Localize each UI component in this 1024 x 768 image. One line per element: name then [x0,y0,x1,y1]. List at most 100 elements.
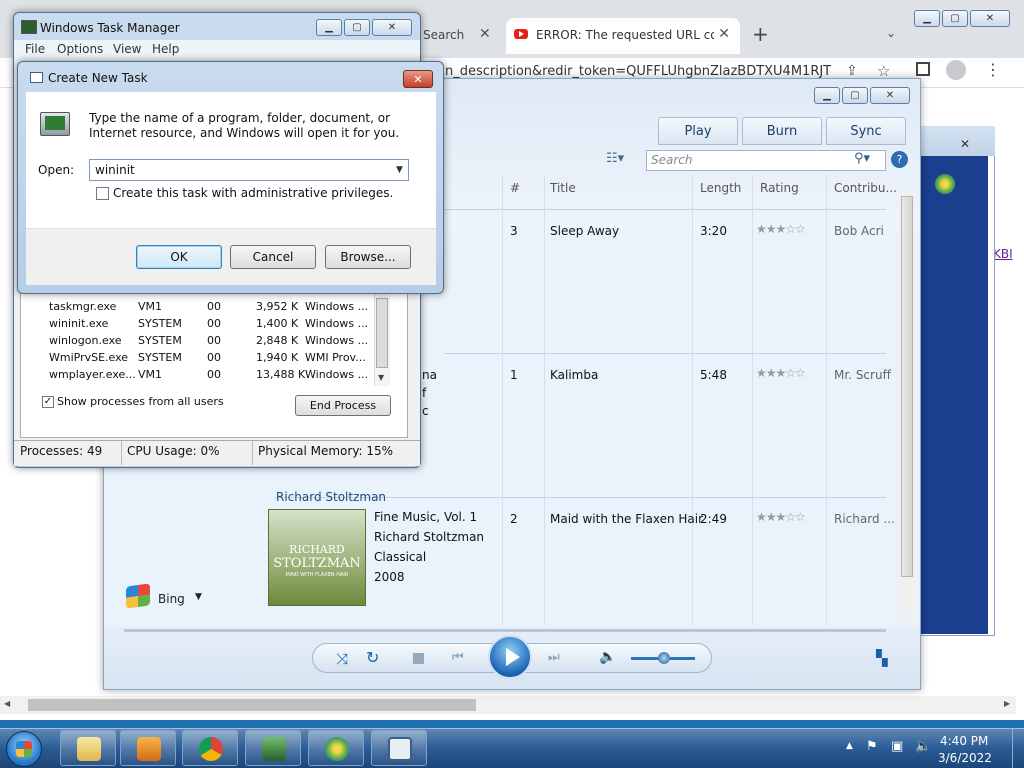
admin-privileges-checkbox[interactable] [96,187,109,200]
chrome-tab-youtube[interactable]: ERROR: The requested URL could ✕ [506,18,740,54]
tab-burn[interactable]: Burn [742,117,822,145]
minimize-button[interactable]: ▁ [914,10,940,27]
taskbar-task-manager[interactable] [245,730,301,766]
switch-to-now-playing-icon[interactable]: ▚ [876,649,888,667]
share-icon[interactable]: ⇪ [846,63,858,79]
menu-view[interactable]: View [113,42,141,56]
stop-icon[interactable] [413,653,424,664]
scrollbar-thumb[interactable] [901,196,913,577]
minimize-button[interactable]: ▁ [814,87,840,104]
maximize-button[interactable]: ▢ [344,19,370,36]
column-header-length[interactable]: Length [700,181,741,195]
close-button[interactable]: ✕ [372,19,412,36]
process-user: VM1 [138,368,163,381]
search-icon[interactable]: ⚲▾ [854,151,870,166]
show-all-processes-label[interactable]: Show processes from all users [57,395,224,408]
start-button[interactable] [6,731,42,767]
show-desktop-button[interactable] [1012,729,1024,768]
admin-privileges-label[interactable]: Create this task with administrative pri… [113,186,393,200]
track-title[interactable]: Maid with the Flaxen Hair [550,512,703,526]
column-header-title[interactable]: Title [550,181,576,195]
menu-help[interactable]: Help [152,42,179,56]
cancel-button[interactable]: Cancel [230,245,316,269]
process-memory: 13,488 K [256,368,306,381]
open-combobox[interactable]: wininit [89,159,409,181]
process-name[interactable]: WmiPrvSE.exe [49,351,128,364]
menu-options[interactable]: Options [57,42,103,56]
tab-play[interactable]: Play [658,117,738,145]
chevron-down-icon[interactable]: ▼ [195,592,202,602]
side-panel-icon[interactable] [916,62,930,76]
chrome-tab-search[interactable]: Search ✕ [415,24,507,46]
column-header-number[interactable]: # [510,181,520,195]
action-center-icon[interactable]: ⚑ [866,739,878,754]
taskbar-media-player[interactable] [120,730,176,766]
process-cpu: 00 [207,334,221,347]
process-name[interactable]: wmplayer.exe... [49,368,136,381]
show-hidden-icons[interactable]: ▲ [846,741,853,751]
page-link-fragment[interactable]: KBI [993,247,1013,261]
rating-stars[interactable]: ★★★☆☆ [756,366,806,380]
ok-button[interactable]: OK [136,245,222,269]
process-name[interactable]: taskmgr.exe [49,300,116,313]
track-title[interactable]: Kalimba [550,368,598,382]
dialog-close-button[interactable]: ✕ [403,70,433,88]
track-title[interactable]: Sleep Away [550,224,619,238]
process-cpu: 00 [207,300,221,313]
window-close-icon[interactable]: ✕ [960,137,970,151]
taskbar-chrome[interactable] [182,730,238,766]
close-button[interactable]: ✕ [970,10,1010,27]
help-icon[interactable]: ? [891,151,908,168]
previous-icon[interactable]: ⏮ [452,650,464,665]
process-description: Windows ... [305,334,369,347]
process-name[interactable]: winlogon.exe [49,334,122,347]
rating-stars[interactable]: ★★★☆☆ [756,222,806,236]
taskbar-explorer[interactable] [60,730,116,766]
address-bar-url[interactable]: n_description&redir_token=QUFFLUhgbnZlaz… [445,64,831,79]
minimize-button[interactable]: ▁ [316,19,342,36]
seek-bar[interactable] [124,629,886,632]
scrollbar-thumb[interactable] [28,699,476,711]
bing-label[interactable]: Bing [158,592,185,606]
close-button[interactable]: ✕ [870,87,910,104]
monitor-screen [45,116,65,130]
view-options-icon[interactable]: ☷▾ [606,151,624,166]
column-header-contributing-artist[interactable]: Contribu... [834,181,897,195]
network-icon[interactable]: ▣ [891,739,903,754]
next-icon[interactable]: ⏭ [548,650,560,665]
close-icon[interactable]: ✕ [479,26,491,42]
play-button[interactable] [488,635,532,679]
menu-file[interactable]: File [25,42,45,56]
taskbar-clock-time[interactable]: 4:40 PM [940,734,988,748]
volume-icon[interactable]: 🔈 [599,649,616,665]
volume-slider-knob[interactable] [658,652,670,664]
scroll-left-icon[interactable]: ◀ [4,699,10,708]
taskbar-clock-date[interactable]: 3/6/2022 [938,751,992,765]
column-header-rating[interactable]: Rating [760,181,799,195]
new-tab-button[interactable]: + [752,22,769,46]
close-icon[interactable]: ✕ [718,26,730,42]
scroll-right-icon[interactable]: ▶ [1004,699,1010,708]
maximize-button[interactable]: ▢ [942,10,968,27]
search-input[interactable]: Search [646,150,886,171]
album-art[interactable]: RICHARD STOLTZMAN MAID WITH FLAXEN HAIR [268,509,366,606]
chevron-down-icon[interactable]: ⌄ [886,26,896,40]
more-menu-icon[interactable]: ⋮ [985,60,1001,79]
album-info-fragment: na [422,368,437,382]
end-process-button[interactable]: End Process [295,395,391,416]
shuffle-icon[interactable]: ⤨ [336,650,348,668]
scrollbar-thumb[interactable] [376,298,388,368]
scroll-down-icon[interactable]: ▼ [378,373,384,382]
taskbar-run-dialog[interactable] [371,730,427,766]
speaker-icon[interactable]: 🔈 [915,739,931,754]
maximize-button[interactable]: ▢ [842,87,868,104]
tab-sync[interactable]: Sync [826,117,906,145]
rating-stars[interactable]: ★★★☆☆ [756,510,806,524]
taskbar-windows-media[interactable] [308,730,364,766]
chevron-down-icon[interactable]: ▼ [392,161,407,179]
process-name[interactable]: wininit.exe [49,317,108,330]
repeat-icon[interactable]: ↻ [366,648,379,667]
profile-icon[interactable] [946,60,966,80]
show-all-processes-checkbox[interactable]: ✓ [42,396,54,408]
browse-button[interactable]: Browse... [325,245,411,269]
